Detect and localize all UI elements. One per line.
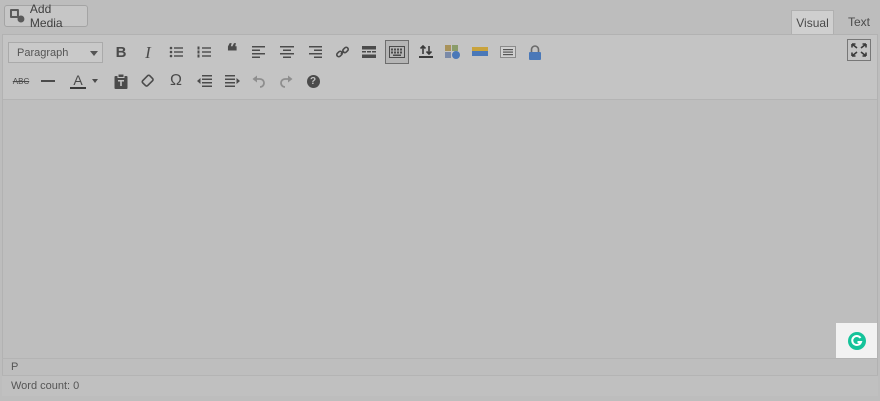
redo-icon [280,75,293,88]
blockquote-icon: ❝ [226,41,238,63]
plugin-gallery-button[interactable] [442,41,464,63]
clear-formatting-icon [141,74,154,87]
element-path-bar: P [2,358,878,375]
blockquote-button[interactable]: ❝ [221,41,243,63]
strikethrough-icon: ABC [12,76,30,86]
indent-icon [224,75,240,87]
align-center-button[interactable] [276,41,298,63]
grammarly-button[interactable] [836,323,877,358]
numbered-list-icon [197,46,211,58]
help-button[interactable]: ? [302,70,324,92]
text-color-swatch: A [70,73,86,89]
toolbar-toggle-icon [389,46,405,58]
editor-content-area[interactable] [3,100,877,358]
omega-icon: Ω [170,72,182,89]
chevron-down-icon [90,51,98,56]
chevron-down-icon [92,79,98,83]
plugin-lock-icon [529,44,541,60]
format-select-value: Paragraph [17,46,69,59]
plugin-lock-button[interactable] [524,41,546,63]
insert-link-button[interactable] [331,41,353,63]
fullscreen-button[interactable] [847,39,871,61]
paste-text-icon [114,73,128,89]
bold-button[interactable]: B [110,41,132,63]
outdent-button[interactable] [193,70,215,92]
add-media-label: Add Media [29,2,63,30]
bullet-list-icon [169,46,183,58]
element-path[interactable]: P [11,361,18,373]
media-icon [9,9,25,23]
status-bar: Word count: 0 [2,375,878,396]
plugin-media-button[interactable] [469,41,491,63]
indent-button[interactable] [221,70,243,92]
outdent-icon [196,75,212,87]
clear-formatting-button[interactable] [137,70,159,92]
post-editor: Paragraph B I ❝ ABC A Ω ? [2,34,878,396]
bullet-list-button[interactable] [165,41,187,63]
editor-top-bar: Add Media Visual Text [0,0,880,36]
plugin-gallery-icon [445,44,460,59]
align-left-icon [252,46,265,58]
add-media-button[interactable]: Add Media [4,2,88,30]
plugin-list-button[interactable] [497,41,519,63]
bold-icon: B [115,43,127,61]
help-icon: ? [306,74,320,88]
plugin-upload-button[interactable] [415,41,437,63]
text-color-button[interactable]: A [64,70,104,92]
word-count: Word count: 0 [11,380,80,392]
plugin-upload-icon [419,45,433,58]
align-center-icon [280,46,294,58]
numbered-list-button[interactable] [193,41,215,63]
italic-icon: I [145,42,151,62]
align-left-button[interactable] [248,41,270,63]
plugin-media-icon [472,47,488,56]
format-select[interactable]: Paragraph [8,42,103,63]
paste-text-button[interactable] [110,70,132,92]
link-icon [335,45,349,58]
text-color-icon: A [73,72,83,88]
grammarly-icon [847,331,866,350]
editor-toolbar: Paragraph B I ❝ ABC A Ω ? [3,35,877,100]
strikethrough-button[interactable]: ABC [10,70,32,92]
undo-button[interactable] [248,70,270,92]
undo-icon [252,75,265,88]
toolbar-toggle-button[interactable] [385,40,409,64]
plugin-list-icon [500,46,516,58]
redo-button[interactable] [275,70,297,92]
italic-button[interactable]: I [137,41,159,63]
text-color-bar [70,87,86,89]
tab-text[interactable]: Text [840,10,878,34]
horizontal-line-button[interactable] [37,70,59,92]
special-character-button[interactable]: Ω [165,70,187,92]
tab-visual[interactable]: Visual [791,10,834,34]
fullscreen-icon [851,43,867,57]
horizontal-line-icon [41,80,55,82]
read-more-button[interactable] [358,41,380,63]
align-right-icon [309,46,322,58]
read-more-icon [362,46,376,58]
align-right-button[interactable] [304,41,326,63]
